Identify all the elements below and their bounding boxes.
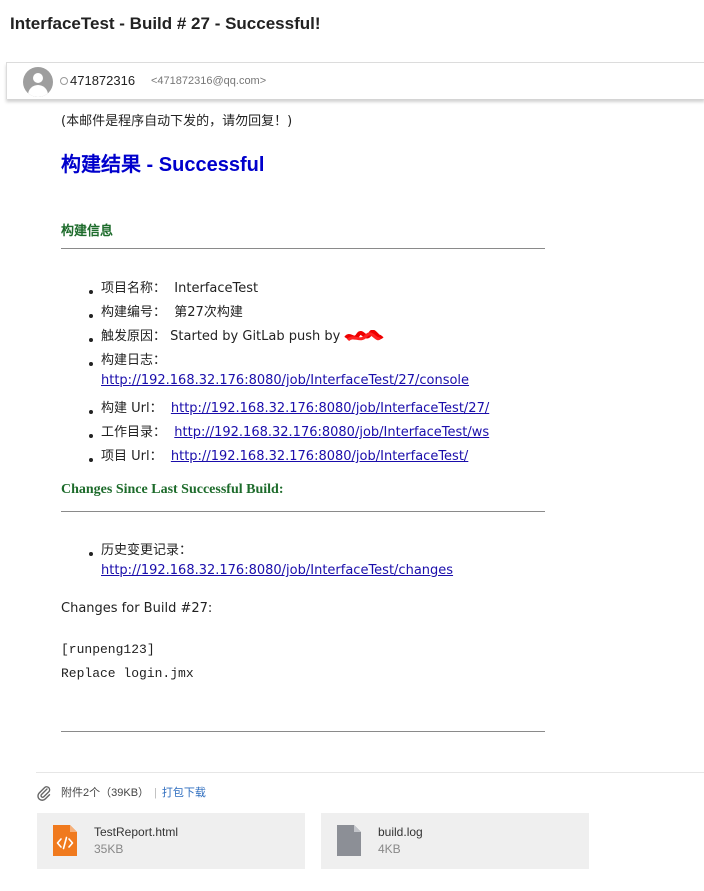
list-item-trigger-cause: 触发原因： Started by GitLab push by xyxy=(101,325,385,344)
attachment-name: TestReport.html xyxy=(94,825,179,839)
attachments-summary: 附件2个（39KB） | 打包下载 xyxy=(61,787,206,799)
list-bullet xyxy=(89,552,93,556)
list-bullet xyxy=(89,290,93,294)
attachment-size: 4KB xyxy=(378,842,401,856)
workspace-link[interactable]: http://192.168.32.176:8080/job/Interface… xyxy=(174,425,489,440)
list-bullet xyxy=(89,434,93,438)
list-item-change-history-label: 历史变更记录： xyxy=(101,543,193,558)
status-dot-icon xyxy=(60,77,68,85)
attachment-size: 35KB xyxy=(94,842,124,856)
list-item-build-number: 构建编号： 第27次构建 xyxy=(101,305,243,320)
list-bullet xyxy=(89,410,93,414)
commit-message: Replace login.jmx xyxy=(61,666,194,681)
list-item-build-log-link[interactable]: http://192.168.32.176:8080/job/Interface… xyxy=(101,373,469,388)
avatar[interactable] xyxy=(23,67,53,97)
list-bullet xyxy=(89,458,93,462)
attachment-card-testreport[interactable]: TestReport.html 35KB xyxy=(37,813,305,869)
list-item-workspace: 工作目录： http://192.168.32.176:8080/job/Int… xyxy=(101,425,490,440)
list-item-change-history-link[interactable]: http://192.168.32.176:8080/job/Interface… xyxy=(101,563,453,578)
build-info-heading: 构建信息 xyxy=(61,224,114,239)
build-result-title: 构建结果 - Successful xyxy=(61,154,265,176)
redacted-scribble xyxy=(344,329,385,341)
paperclip-icon xyxy=(37,786,51,801)
commit-author: [runpeng123] xyxy=(61,642,155,657)
html-file-icon xyxy=(53,825,77,856)
list-item-project-url: 项目 Url： http://192.168.32.176:8080/job/I… xyxy=(101,449,469,464)
generic-file-icon xyxy=(337,825,361,856)
download-all-link[interactable]: 打包下载 xyxy=(162,787,206,799)
list-item-build-log-label: 构建日志： xyxy=(101,353,167,368)
build-url-link[interactable]: http://192.168.32.176:8080/job/Interface… xyxy=(171,401,489,416)
list-bullet xyxy=(89,314,93,318)
divider xyxy=(61,248,545,249)
attachment-name: build.log xyxy=(378,825,423,839)
list-bullet xyxy=(89,338,93,342)
build-log-link[interactable]: http://192.168.32.176:8080/job/Interface… xyxy=(101,373,469,388)
sender-email[interactable]: <471872316@qq.com> xyxy=(151,75,266,87)
email-subject: InterfaceTest - Build # 27 - Successful! xyxy=(10,14,321,33)
attachment-card-buildlog[interactable]: build.log 4KB xyxy=(321,813,589,869)
divider xyxy=(61,511,545,512)
changes-heading: Changes Since Last Successful Build: xyxy=(61,482,284,497)
list-item-build-url: 构建 Url： http://192.168.32.176:8080/job/I… xyxy=(101,401,490,416)
changes-for-build: Changes for Build #27: xyxy=(61,601,213,616)
project-url-link[interactable]: http://192.168.32.176:8080/job/Interface… xyxy=(171,449,468,464)
sender-bar: 471872316 <471872316@qq.com> xyxy=(6,62,704,99)
list-item-project-name: 项目名称： InterfaceTest xyxy=(101,281,259,296)
sender-name[interactable]: 471872316 xyxy=(70,73,135,88)
list-bullet xyxy=(89,362,93,366)
changes-link[interactable]: http://192.168.32.176:8080/job/Interface… xyxy=(101,563,453,578)
attachments-bar: 附件2个（39KB） | 打包下载 TestReport.html 35KB bui… xyxy=(36,772,704,891)
auto-send-notice: (本邮件是程序自动下发的，请勿回复！) xyxy=(61,114,293,129)
divider xyxy=(61,731,545,732)
